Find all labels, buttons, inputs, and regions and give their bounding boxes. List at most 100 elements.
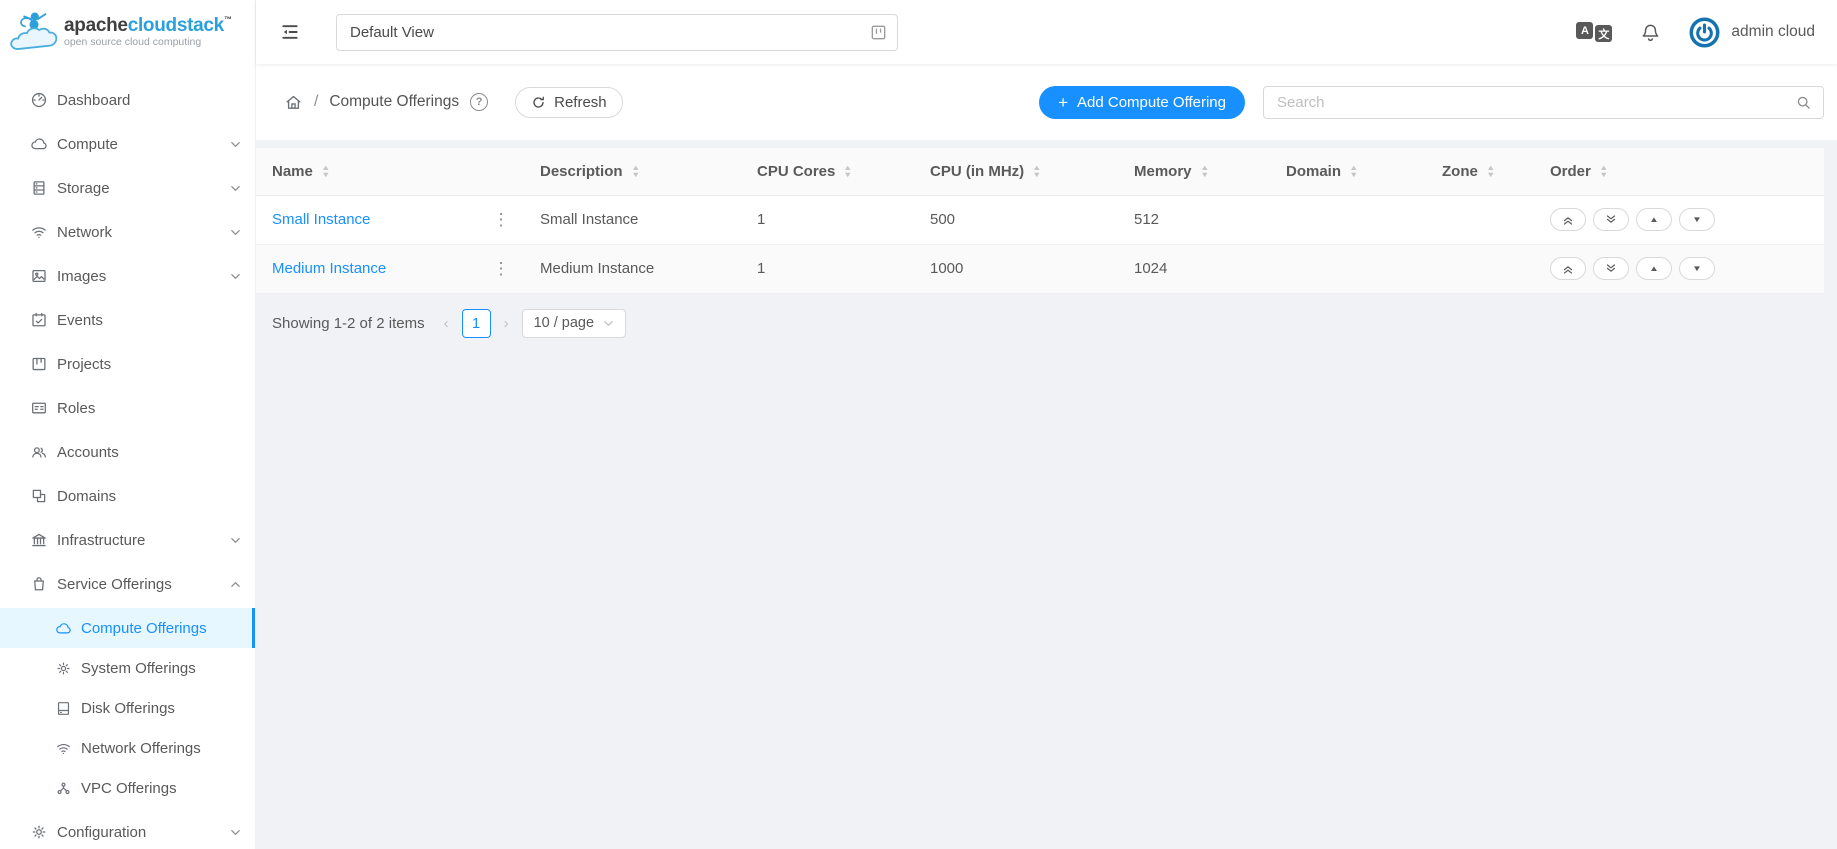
move-to-bottom-button[interactable] bbox=[1593, 257, 1629, 280]
sidebar-item-label: Disk Offerings bbox=[81, 700, 241, 717]
cell-cpu-mhz: 500 bbox=[914, 195, 1118, 244]
chevron-down-icon bbox=[603, 318, 614, 329]
sidebar-item-events[interactable]: Events bbox=[0, 300, 255, 340]
sort-icon: ▲▼ bbox=[1350, 164, 1357, 179]
sidebar-item-label: Accounts bbox=[57, 444, 241, 461]
notifications-button[interactable] bbox=[1640, 22, 1661, 43]
home-breadcrumb-link[interactable] bbox=[284, 93, 303, 112]
column-label: Order bbox=[1550, 163, 1591, 180]
user-menu[interactable]: admin cloud bbox=[1689, 17, 1815, 48]
column-header-cpu-cores[interactable]: CPU Cores▲▼ bbox=[741, 148, 914, 195]
team-icon bbox=[30, 443, 48, 461]
sidebar-item-network[interactable]: Network bbox=[0, 212, 255, 252]
previous-page-button[interactable]: ‹ bbox=[441, 315, 452, 332]
breadcrumb-separator: / bbox=[314, 93, 318, 111]
column-header-zone[interactable]: Zone▲▼ bbox=[1426, 148, 1534, 195]
sort-icon: ▲▼ bbox=[1201, 164, 1208, 179]
cell-domain bbox=[1270, 195, 1426, 244]
sidebar-collapse-button[interactable] bbox=[280, 22, 300, 42]
double-chevron-down-icon bbox=[1605, 263, 1617, 275]
move-down-button[interactable]: ▼ bbox=[1679, 208, 1715, 231]
dashboard-gauge-icon bbox=[30, 91, 48, 109]
sidebar-item-infrastructure[interactable]: Infrastructure bbox=[0, 520, 255, 560]
sort-icon: ▲▼ bbox=[1487, 164, 1494, 179]
help-button[interactable]: ? bbox=[470, 93, 488, 111]
sidebar-item-roles[interactable]: Roles bbox=[0, 388, 255, 428]
translate-a-icon: A bbox=[1576, 22, 1593, 39]
sidebar-item-accounts[interactable]: Accounts bbox=[0, 432, 255, 472]
more-actions-icon[interactable]: ⋮ bbox=[492, 210, 510, 230]
column-header-description[interactable]: Description▲▼ bbox=[524, 148, 741, 195]
add-compute-offering-button[interactable]: + Add Compute Offering bbox=[1039, 86, 1245, 119]
column-header-order[interactable]: Order▲▼ bbox=[1534, 148, 1824, 195]
view-selector-input[interactable] bbox=[350, 24, 869, 41]
page-number-button[interactable]: 1 bbox=[462, 309, 491, 338]
pagination-summary: Showing 1-2 of 2 items bbox=[272, 315, 425, 332]
chevron-down-icon bbox=[230, 271, 241, 282]
table-row: Small Instance ⋮ Small Instance 1 500 51… bbox=[256, 195, 1824, 244]
refresh-label: Refresh bbox=[554, 94, 607, 111]
move-up-button[interactable]: ▲ bbox=[1636, 208, 1672, 231]
column-header-memory[interactable]: Memory▲▼ bbox=[1118, 148, 1270, 195]
double-chevron-down-icon bbox=[1605, 214, 1617, 226]
column-header-domain[interactable]: Domain▲▼ bbox=[1270, 148, 1426, 195]
sidebar: apachecloudstack™ open source cloud comp… bbox=[0, 0, 256, 849]
sidebar-item-storage[interactable]: Storage bbox=[0, 168, 255, 208]
sidebar-item-system-offerings[interactable]: System Offerings bbox=[0, 648, 255, 688]
translate-wen-icon: 文 bbox=[1595, 25, 1612, 42]
brand-logo: apachecloudstack™ open source cloud comp… bbox=[0, 0, 255, 64]
sidebar-item-compute[interactable]: Compute bbox=[0, 124, 255, 164]
sidebar-item-disk-offerings[interactable]: Disk Offerings bbox=[0, 688, 255, 728]
brand-cloudstack: cloudstack bbox=[128, 15, 224, 36]
search-box[interactable] bbox=[1263, 86, 1824, 119]
refresh-button[interactable]: Refresh bbox=[515, 87, 623, 118]
content-area: Name▲▼ Description▲▼ CPU Cores▲▼ CPU (in… bbox=[256, 140, 1837, 849]
column-header-name[interactable]: Name▲▼ bbox=[256, 148, 476, 195]
sidebar-item-label: Images bbox=[57, 268, 221, 285]
caret-down-icon: ▼ bbox=[1692, 264, 1702, 273]
move-to-top-button[interactable] bbox=[1550, 257, 1586, 280]
sidebar-item-images[interactable]: Images bbox=[0, 256, 255, 296]
brand-tagline: open source cloud computing bbox=[64, 37, 232, 48]
sidebar-item-configuration[interactable]: Configuration bbox=[0, 812, 255, 849]
column-header-cpu-mhz[interactable]: CPU (in MHz)▲▼ bbox=[914, 148, 1118, 195]
sidebar-item-label: Projects bbox=[57, 356, 241, 373]
sidebar-item-compute-offerings[interactable]: Compute Offerings bbox=[0, 608, 255, 648]
shopping-bag-icon bbox=[30, 575, 48, 593]
sidebar-item-dashboard[interactable]: Dashboard bbox=[0, 80, 255, 120]
sidebar-item-label: Domains bbox=[57, 488, 241, 505]
question-mark-icon: ? bbox=[476, 96, 483, 108]
more-actions-icon[interactable]: ⋮ bbox=[492, 259, 510, 279]
sidebar-nav: Dashboard Compute Storage Network Images bbox=[0, 64, 255, 849]
view-selector[interactable] bbox=[336, 14, 898, 51]
plus-icon: + bbox=[1058, 94, 1068, 111]
offering-name-link[interactable]: Small Instance bbox=[272, 211, 370, 228]
sidebar-item-domains[interactable]: Domains bbox=[0, 476, 255, 516]
project-view-icon[interactable] bbox=[869, 23, 888, 42]
cell-memory: 512 bbox=[1118, 195, 1270, 244]
sidebar-item-projects[interactable]: Projects bbox=[0, 344, 255, 384]
sidebar-item-label: System Offerings bbox=[81, 660, 241, 677]
search-button[interactable] bbox=[1795, 94, 1812, 111]
sidebar-item-label: Service Offerings bbox=[57, 576, 221, 593]
sidebar-item-service-offerings[interactable]: Service Offerings bbox=[0, 564, 255, 604]
language-switch-button[interactable]: A 文 bbox=[1576, 22, 1612, 42]
chevron-right-icon: › bbox=[504, 315, 509, 332]
page-size-select[interactable]: 10 / page bbox=[522, 309, 626, 338]
chevron-up-icon bbox=[230, 579, 241, 590]
next-page-button[interactable]: › bbox=[501, 315, 512, 332]
bank-icon bbox=[30, 531, 48, 549]
sidebar-item-label: Network Offerings bbox=[81, 740, 241, 757]
move-down-button[interactable]: ▼ bbox=[1679, 257, 1715, 280]
move-to-top-button[interactable] bbox=[1550, 208, 1586, 231]
column-label: CPU (in MHz) bbox=[930, 163, 1024, 180]
chevron-down-icon bbox=[230, 139, 241, 150]
sidebar-item-vpc-offerings[interactable]: VPC Offerings bbox=[0, 768, 255, 808]
offering-name-link[interactable]: Medium Instance bbox=[272, 260, 386, 277]
sidebar-item-network-offerings[interactable]: Network Offerings bbox=[0, 728, 255, 768]
cell-description: Small Instance bbox=[524, 195, 741, 244]
search-input[interactable] bbox=[1277, 94, 1795, 111]
sort-icon: ▲▼ bbox=[844, 164, 851, 179]
move-up-button[interactable]: ▲ bbox=[1636, 257, 1672, 280]
move-to-bottom-button[interactable] bbox=[1593, 208, 1629, 231]
